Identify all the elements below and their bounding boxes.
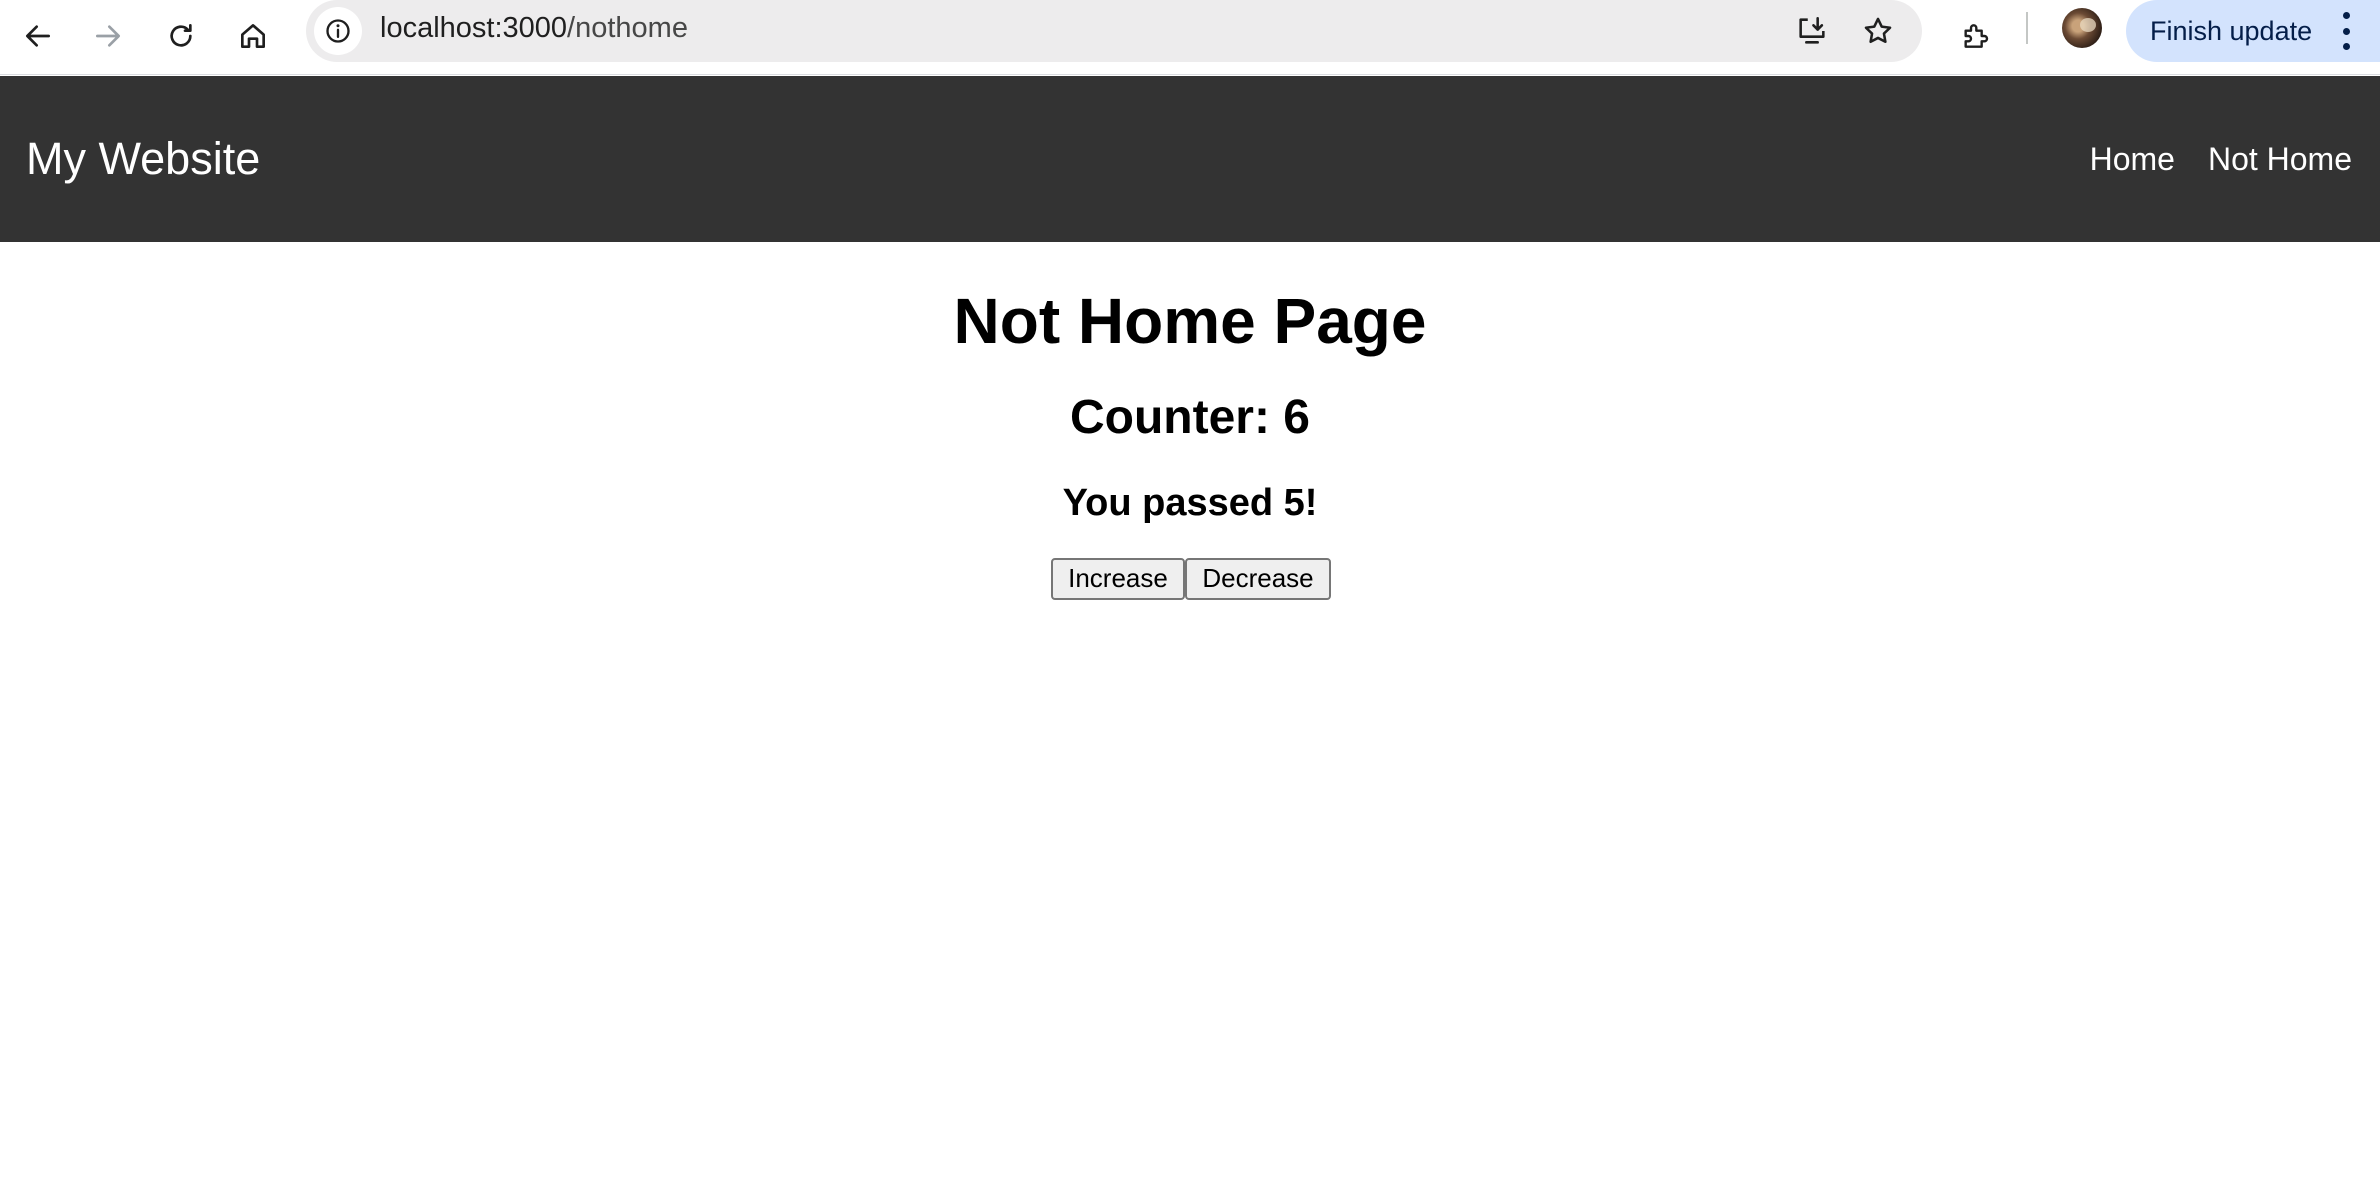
page-title: Not Home Page [953,285,1427,357]
site-brand[interactable]: My Website [26,76,260,242]
home-icon [241,24,265,48]
url-text[interactable]: localhost:3000/nothome [380,0,688,62]
info-icon [326,19,350,43]
site-info-button[interactable] [314,7,362,55]
browser-menu-icon[interactable] [2340,12,2352,50]
install-app-icon [1799,16,1825,44]
browser-toolbar: localhost:3000/nothome Finish update [0,0,2380,75]
nav-link-not-home[interactable]: Not Home [2208,141,2352,178]
profile-avatar[interactable] [2062,8,2102,48]
back-icon [26,25,50,47]
site-nav: Home Not Home [2090,76,2352,242]
finish-update-label: Finish update [2150,15,2313,46]
back-button[interactable] [10,8,66,64]
bookmark-button[interactable] [1853,6,1903,56]
site-header: My Website Home Not Home [0,76,2380,242]
increase-button[interactable]: Increase [1051,557,1185,600]
extensions-icon [1964,24,1989,48]
url-path: /nothome [567,12,688,44]
nav-link-home[interactable]: Home [2090,141,2175,178]
finish-update-button[interactable]: Finish update [2126,0,2380,62]
decrease-button[interactable]: Decrease [1185,557,1331,600]
passed-message: You passed 5! [1062,482,1318,525]
address-bar[interactable]: localhost:3000/nothome [306,0,1922,62]
extensions-button[interactable] [1947,8,2003,64]
main-content: Not Home Page Counter: 6 You passed 5! I… [0,242,2380,600]
reload-button[interactable] [153,8,209,64]
reload-icon [170,24,192,47]
home-button[interactable] [225,8,281,64]
install-app-button[interactable] [1787,6,1837,56]
counter-controls: Increase Decrease [0,557,2380,600]
forward-button[interactable] [80,8,136,64]
bookmark-star-icon [1864,17,1892,44]
forward-icon [96,25,120,47]
url-host: localhost:3000 [380,12,568,44]
counter-display: Counter: 6 [1070,391,1310,445]
toolbar-divider [2026,12,2028,44]
